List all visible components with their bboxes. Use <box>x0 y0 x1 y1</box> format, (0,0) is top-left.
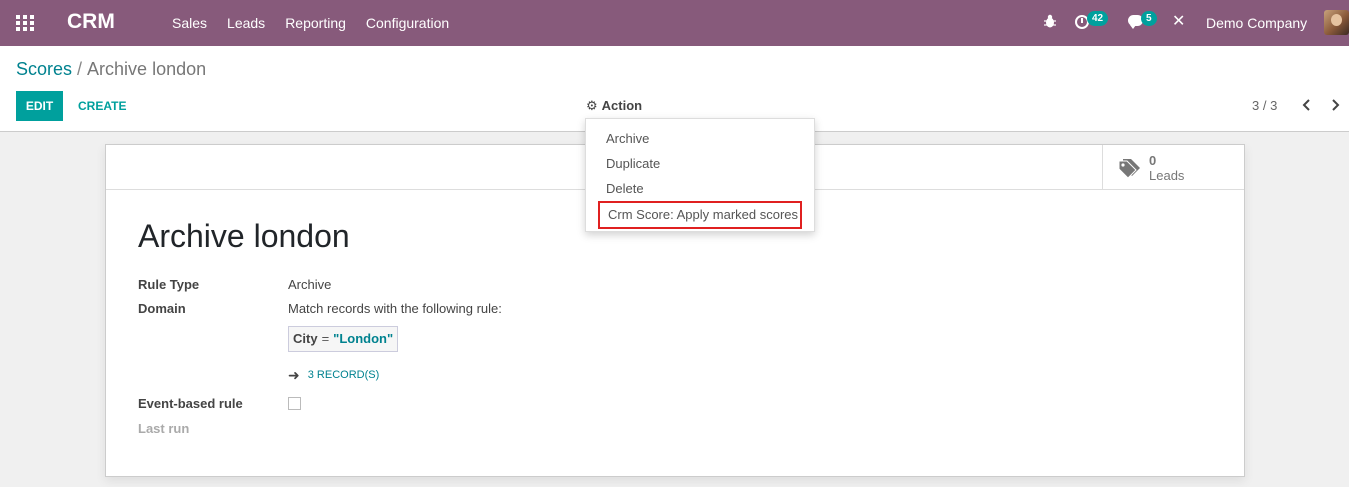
action-archive[interactable]: Archive <box>586 126 814 151</box>
edit-button[interactable]: EDIT <box>16 91 63 121</box>
record-title: Archive london <box>138 218 350 254</box>
company-switcher[interactable]: Demo Company <box>1206 15 1307 31</box>
event-based-rule-checkbox[interactable] <box>288 397 301 410</box>
gear-icon: ⚙ <box>586 98 598 113</box>
arrow-right-icon: ➜ <box>288 367 300 383</box>
app-brand[interactable]: CRM <box>67 10 115 34</box>
activity-count-badge: 42 <box>1087 11 1109 26</box>
main-menu: Sales Leads Reporting Configuration <box>162 0 459 46</box>
leads-count: 0 <box>1149 153 1157 168</box>
create-button[interactable]: CREATE <box>70 91 134 121</box>
action-menu-toggle[interactable]: ⚙ Action <box>586 98 642 113</box>
domain-label: Domain <box>138 301 186 316</box>
domain-rule: City = "London" <box>288 326 399 352</box>
action-delete[interactable]: Delete <box>586 176 814 201</box>
tags-icon <box>1118 159 1140 178</box>
domain-records-link[interactable]: ➜ 3 RECORD(S) <box>288 368 379 382</box>
top-navbar: CRM Sales Leads Reporting Configuration … <box>0 0 1349 46</box>
menu-sales[interactable]: Sales <box>162 0 217 46</box>
last-run-label: Last run <box>138 421 190 436</box>
breadcrumb-current: Archive london <box>87 59 207 79</box>
debug-bug-icon[interactable] <box>1044 14 1056 28</box>
event-based-rule-label: Event-based rule <box>138 396 243 411</box>
menu-reporting[interactable]: Reporting <box>275 0 356 46</box>
apps-menu-icon[interactable] <box>16 15 34 31</box>
breadcrumb: Scores / Archive london <box>16 59 206 80</box>
user-avatar[interactable] <box>1324 10 1349 35</box>
records-count-label: 3 RECORD(S) <box>307 369 380 381</box>
domain-description: Match records with the following rule: <box>288 301 502 316</box>
domain-rule-value: "London" <box>333 331 394 346</box>
action-label: Action <box>601 98 643 113</box>
menu-configuration[interactable]: Configuration <box>356 0 459 46</box>
action-dropdown-menu: Archive Duplicate Delete Crm Score: Appl… <box>585 118 815 232</box>
leads-label: Leads <box>1149 168 1185 183</box>
action-apply-marked-scores[interactable]: Crm Score: Apply marked scores <box>598 201 802 229</box>
domain-rule-operator: = <box>321 331 330 346</box>
action-duplicate[interactable]: Duplicate <box>586 151 814 176</box>
chevron-right-icon[interactable] <box>1328 96 1342 114</box>
rule-type-value: Archive <box>288 277 332 292</box>
breadcrumb-scores-link[interactable]: Scores <box>16 59 72 79</box>
chevron-left-icon[interactable] <box>1300 96 1314 114</box>
rule-type-label: Rule Type <box>138 277 200 292</box>
tools-cross-icon[interactable]: ✕ <box>1172 13 1185 31</box>
message-count-badge: 5 <box>1141 11 1157 26</box>
pager-value[interactable]: 3 / 3 <box>1252 98 1277 113</box>
breadcrumb-separator: / <box>77 59 83 79</box>
domain-rule-field: City <box>293 331 318 346</box>
leads-stat-button[interactable]: 0 Leads <box>1102 145 1244 189</box>
menu-leads[interactable]: Leads <box>217 0 275 46</box>
